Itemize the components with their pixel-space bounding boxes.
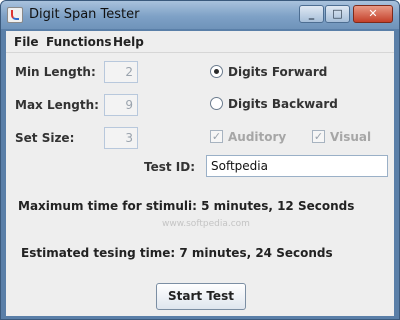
visual-label: Visual	[330, 130, 372, 144]
min-length-label: Min Length:	[15, 65, 96, 79]
auditory-checkbox[interactable]: ✓	[210, 130, 223, 143]
menu-file[interactable]: File	[14, 35, 39, 49]
test-id-label: Test ID:	[144, 160, 196, 174]
close-icon: ✕	[368, 7, 378, 20]
maximize-button[interactable]: □	[325, 5, 350, 23]
max-length-input[interactable]: 9	[104, 94, 138, 116]
java-app-icon	[7, 7, 23, 23]
digits-forward-label: Digits Forward	[228, 65, 328, 79]
max-time-text: Maximum time for stimuli: 5 minutes, 12 …	[18, 199, 355, 213]
estimated-time-text: Estimated tesing time: 7 minutes, 24 Sec…	[21, 246, 333, 260]
window-title: Digit Span Tester	[29, 7, 140, 22]
min-length-input[interactable]: 2	[104, 61, 138, 83]
digits-forward-radio[interactable]	[210, 65, 223, 78]
title-bar[interactable]: Digit Span Tester _ □ ✕	[1, 1, 399, 29]
app-window: Digit Span Tester _ □ ✕ File Functions H…	[0, 0, 400, 320]
max-length-label: Max Length:	[15, 98, 99, 112]
minimize-icon: _	[308, 7, 315, 20]
test-id-input[interactable]: Softpedia	[206, 155, 388, 177]
auditory-label: Auditory	[228, 130, 287, 144]
menu-bar: File Functions Help	[6, 31, 394, 53]
menu-help[interactable]: Help	[113, 35, 144, 49]
watermark-text: www.softpedia.com	[162, 219, 250, 229]
start-test-button[interactable]: Start Test	[156, 283, 246, 310]
maximize-icon: □	[332, 7, 343, 20]
digits-backward-label: Digits Backward	[228, 97, 338, 111]
menu-functions[interactable]: Functions	[46, 35, 112, 49]
minimize-button[interactable]: _	[299, 5, 324, 23]
client-area: File Functions Help Min Length: 2 Max Le…	[6, 31, 394, 316]
set-size-label: Set Size:	[15, 131, 75, 145]
close-button[interactable]: ✕	[353, 5, 393, 23]
visual-checkbox[interactable]: ✓	[312, 130, 325, 143]
digits-backward-radio[interactable]	[210, 97, 223, 110]
set-size-input[interactable]: 3	[104, 127, 138, 149]
